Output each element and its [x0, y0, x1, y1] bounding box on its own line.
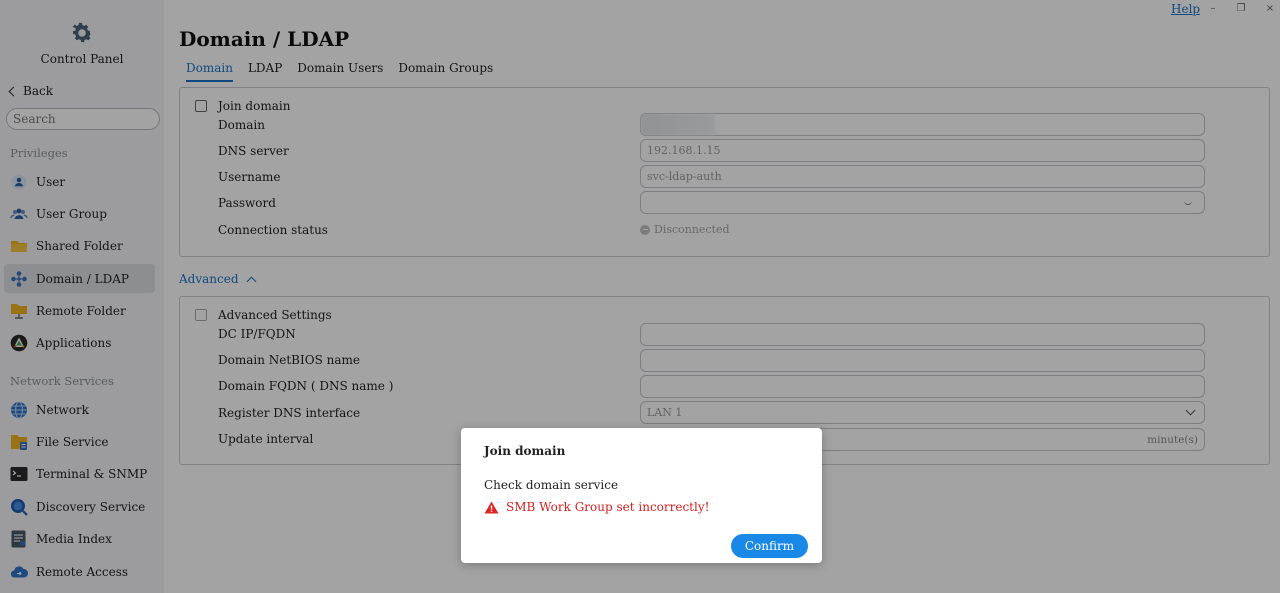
dialog-error: SMB Work Group set incorrectly! [484, 500, 709, 514]
dialog-message: Check domain service [484, 478, 619, 492]
dialog-title: Join domain [484, 444, 566, 458]
error-text: SMB Work Group set incorrectly! [506, 500, 710, 514]
confirm-button[interactable]: Confirm [731, 534, 808, 558]
warning-icon [484, 501, 499, 513]
join-domain-dialog: Join domain Check domain service SMB Wor… [461, 428, 822, 563]
